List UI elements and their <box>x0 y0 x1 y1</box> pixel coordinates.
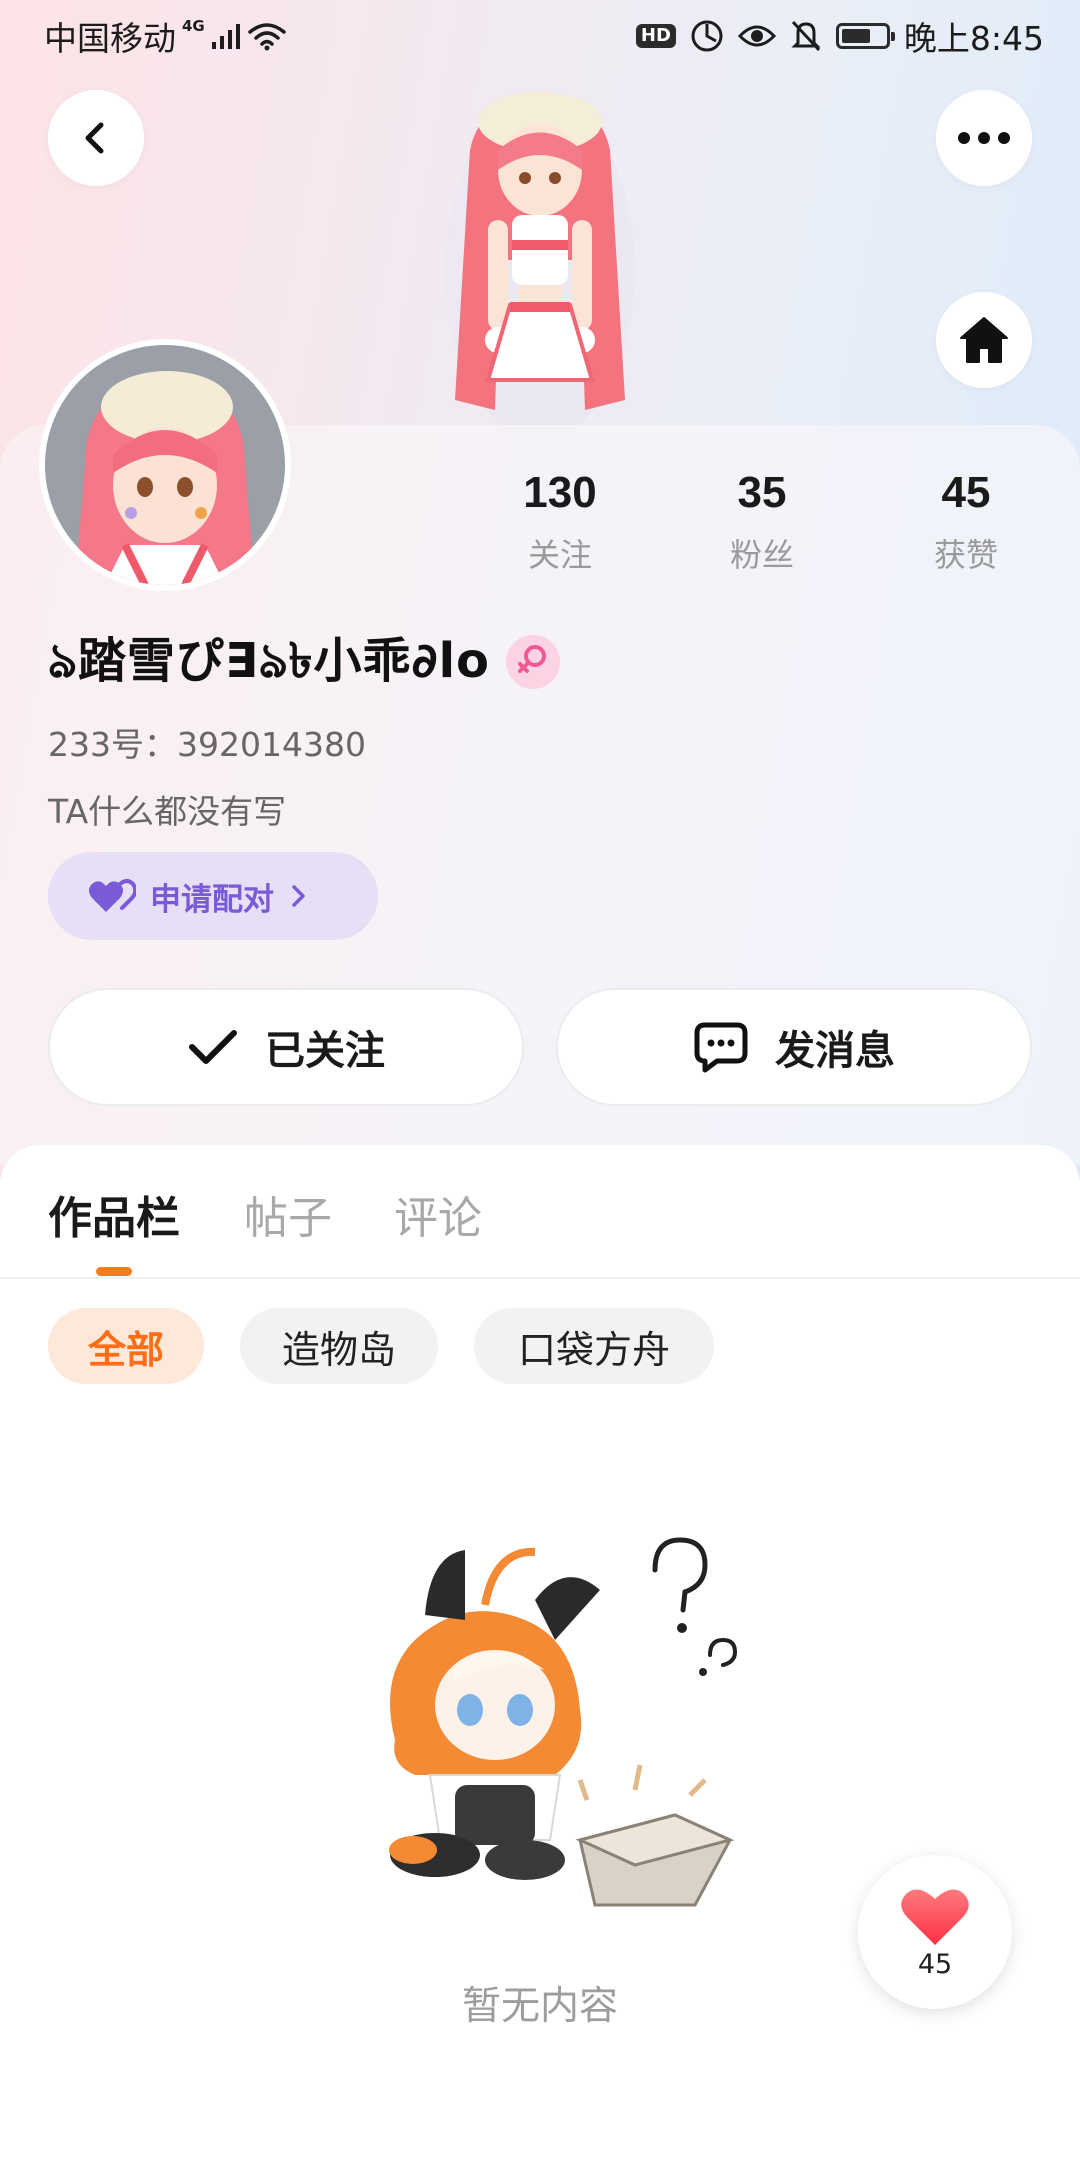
like-button[interactable]: 45 <box>858 1855 1012 2009</box>
battery-icon <box>835 23 895 49</box>
nickname-row: ঌ踏雪ぴ∃ঌ৳小乖∂lo <box>48 632 561 692</box>
empty-state-illustration <box>389 1537 738 1907</box>
back-button[interactable] <box>48 90 144 186</box>
tab-comments[interactable]: 评论 <box>394 1182 482 1246</box>
followed-label: 已关注 <box>265 1028 385 1074</box>
heart-pair-icon <box>89 879 136 912</box>
female-icon <box>518 645 547 673</box>
user-id: 233号：392014380 <box>48 725 366 764</box>
heart-icon <box>901 1889 969 1945</box>
stat-likes-label: 获赞 <box>933 536 998 574</box>
chevron-right-icon <box>292 885 305 907</box>
like-count: 45 <box>917 1948 953 1980</box>
bio: TA什么都没有写 <box>48 792 287 831</box>
tab-posts[interactable]: 帖子 <box>244 1182 332 1246</box>
mute-bell-icon <box>791 20 821 52</box>
stat-fans[interactable]: 35 粉丝 <box>682 468 842 576</box>
stat-fans-label: 粉丝 <box>729 536 794 574</box>
more-icon <box>958 132 1010 144</box>
pair-request-label: 申请配对 <box>150 881 274 918</box>
status-right: HD 晚上8:45 <box>635 14 1044 58</box>
stat-following[interactable]: 130 关注 <box>480 468 640 576</box>
filter-pocket-ark[interactable]: 口袋方舟 <box>474 1308 714 1384</box>
home-button[interactable] <box>936 292 1032 388</box>
pair-request-button[interactable]: 申请配对 <box>48 852 378 940</box>
followed-button[interactable]: 已关注 <box>48 988 524 1106</box>
stat-following-value: 130 <box>523 468 597 517</box>
battery-level <box>841 29 870 43</box>
data-saver-icon <box>691 20 723 52</box>
character-figure-image <box>445 92 635 430</box>
check-icon <box>189 1030 237 1064</box>
status-left: 中国移动 4G <box>44 16 287 58</box>
avatar-image <box>45 345 285 585</box>
stat-fans-value: 35 <box>737 468 787 517</box>
network-type: 4G <box>182 17 205 35</box>
avatar[interactable] <box>45 345 285 585</box>
more-button[interactable] <box>936 90 1032 186</box>
message-label: 发消息 <box>775 1028 895 1074</box>
gender-badge <box>506 635 561 689</box>
signal-icon <box>211 24 240 49</box>
tab-works[interactable]: 作品栏 <box>48 1182 180 1246</box>
carrier-name: 中国移动 <box>44 19 176 58</box>
status-bar: 中国移动 4G HD 晚上8:45 <box>0 0 1080 74</box>
message-button[interactable]: 发消息 <box>556 988 1032 1106</box>
tab-divider <box>0 1277 1080 1279</box>
clock: 晚上8:45 <box>903 19 1044 58</box>
wifi-icon <box>248 23 286 51</box>
stat-likes-value: 45 <box>941 468 991 517</box>
eye-comfort-icon <box>737 25 776 47</box>
filter-all[interactable]: 全部 <box>48 1308 204 1384</box>
tab-active-indicator <box>96 1267 132 1276</box>
hd-badge: HD <box>635 24 676 48</box>
back-icon <box>85 122 104 154</box>
home-icon <box>960 317 1008 363</box>
nickname: ঌ踏雪ぴ∃ঌ৳小乖∂lo <box>48 632 491 689</box>
filter-creation-island[interactable]: 造物岛 <box>240 1308 438 1384</box>
chat-icon <box>694 1022 748 1073</box>
profile-screen: 中国移动 4G HD 晚上8:45 130 关注 35 粉丝 45 获赞 ঌ踏雪… <box>0 0 1080 2160</box>
stat-likes[interactable]: 45 获赞 <box>886 468 1046 576</box>
stat-following-label: 关注 <box>527 536 592 574</box>
